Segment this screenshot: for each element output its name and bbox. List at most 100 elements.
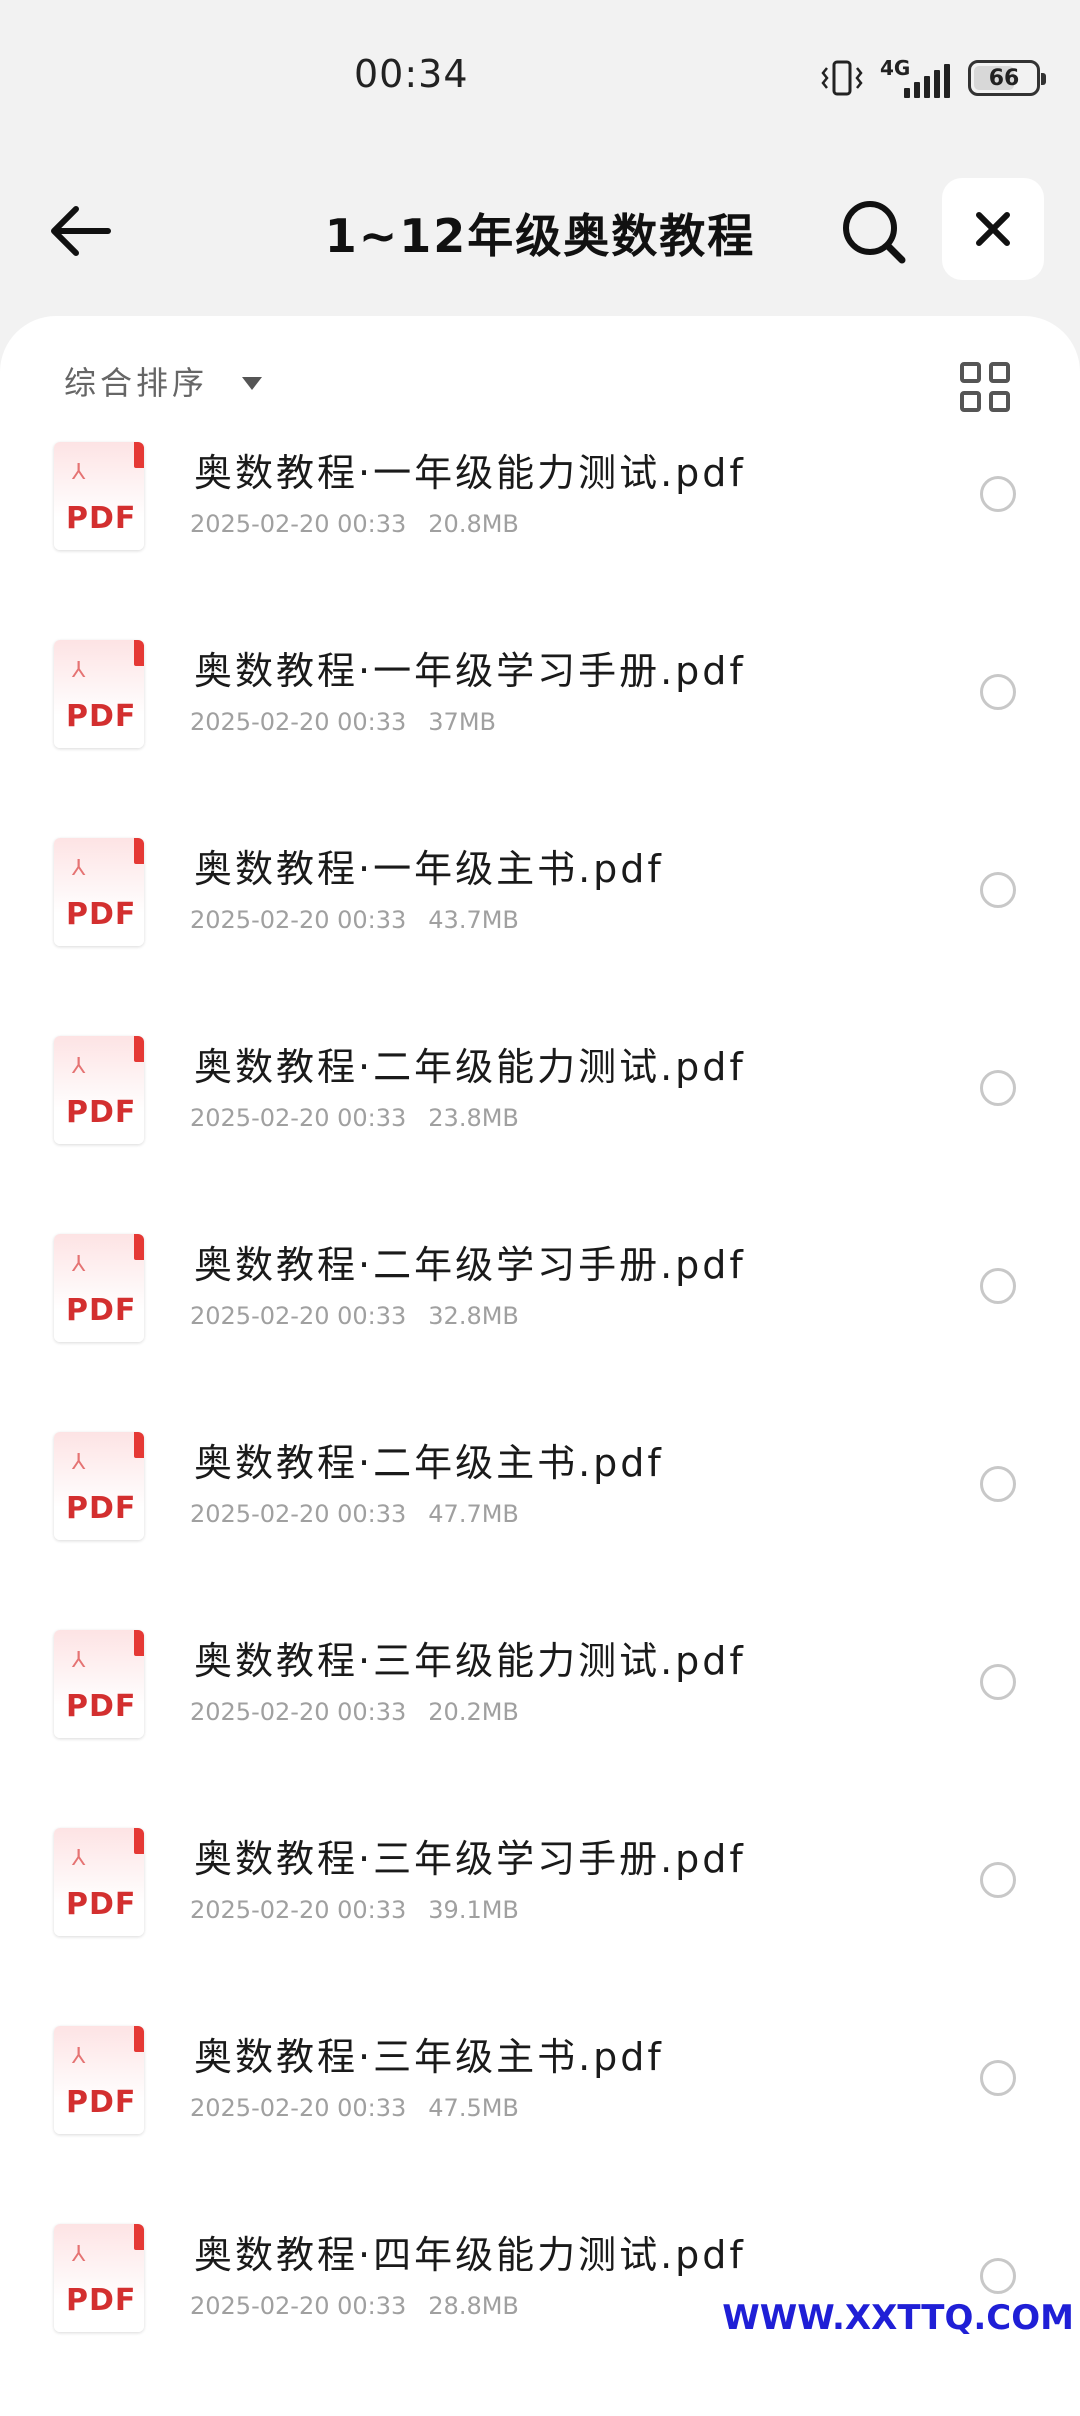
file-list: ⅄ PDF 奥数教程·一年级能力测试.pdf 2025-02-20 00:33 2… bbox=[0, 436, 1080, 2416]
pdf-icon-label: PDF bbox=[66, 501, 137, 536]
pdf-corner bbox=[134, 640, 144, 666]
pdf-file-icon: ⅄ PDF bbox=[54, 1432, 144, 1540]
file-size: 37MB bbox=[428, 708, 496, 736]
select-radio[interactable] bbox=[980, 2060, 1016, 2096]
select-radio[interactable] bbox=[980, 674, 1016, 710]
file-size: 28.8MB bbox=[428, 2292, 519, 2320]
file-row[interactable]: ⅄ PDF 奥数教程·三年级学习手册.pdf 2025-02-20 00:33 3… bbox=[0, 1822, 1080, 2020]
pdf-icon-label: PDF bbox=[66, 699, 137, 734]
pdf-corner bbox=[134, 1036, 144, 1062]
file-size: 47.5MB bbox=[428, 2094, 519, 2122]
pdf-icon-label: PDF bbox=[66, 1095, 137, 1130]
select-radio[interactable] bbox=[980, 1268, 1016, 1304]
grid-cell bbox=[989, 362, 1010, 383]
acrobat-icon: ⅄ bbox=[72, 658, 86, 683]
pdf-corner bbox=[134, 442, 144, 468]
pdf-file-icon: ⅄ PDF bbox=[54, 838, 144, 946]
file-date: 2025-02-20 00:33 bbox=[190, 2094, 407, 2122]
pdf-corner bbox=[134, 1432, 144, 1458]
vibrate-icon bbox=[820, 58, 864, 98]
pdf-file-icon: ⅄ PDF bbox=[54, 2026, 144, 2134]
acrobat-icon: ⅄ bbox=[72, 1846, 86, 1871]
file-name: 奥数教程·四年级能力测试.pdf bbox=[194, 2233, 746, 2277]
pdf-file-icon: ⅄ PDF bbox=[54, 442, 144, 550]
file-meta: 2025-02-20 00:33 47.5MB bbox=[190, 2094, 519, 2122]
file-row[interactable]: ⅄ PDF 奥数教程·三年级主书.pdf 2025-02-20 00:33 47.… bbox=[0, 2020, 1080, 2218]
acrobat-icon: ⅄ bbox=[72, 1054, 86, 1079]
file-date: 2025-02-20 00:33 bbox=[190, 1104, 407, 1132]
file-meta: 2025-02-20 00:33 43.7MB bbox=[190, 906, 519, 934]
battery-icon: 66 bbox=[968, 60, 1046, 96]
acrobat-icon: ⅄ bbox=[72, 2044, 86, 2069]
search-button[interactable] bbox=[836, 194, 912, 270]
select-radio[interactable] bbox=[980, 2258, 1016, 2294]
file-name: 奥数教程·二年级主书.pdf bbox=[194, 1441, 664, 1485]
battery-level: 66 bbox=[988, 65, 1020, 91]
select-radio[interactable] bbox=[980, 476, 1016, 512]
file-meta: 2025-02-20 00:33 47.7MB bbox=[190, 1500, 519, 1528]
status-time: 00:34 bbox=[354, 52, 469, 96]
file-name: 奥数教程·一年级能力测试.pdf bbox=[194, 451, 746, 495]
file-name: 奥数教程·二年级学习手册.pdf bbox=[194, 1243, 746, 1287]
file-date: 2025-02-20 00:33 bbox=[190, 1500, 407, 1528]
sort-label: 综合排序 bbox=[64, 364, 209, 402]
pdf-corner bbox=[134, 2026, 144, 2052]
file-meta: 2025-02-20 00:33 28.8MB bbox=[190, 2292, 519, 2320]
file-row[interactable]: ⅄ PDF 奥数教程·一年级学习手册.pdf 2025-02-20 00:33 3… bbox=[0, 634, 1080, 832]
file-size: 20.8MB bbox=[428, 510, 519, 538]
file-size: 43.7MB bbox=[428, 906, 519, 934]
select-radio[interactable] bbox=[980, 872, 1016, 908]
file-row[interactable]: ⅄ PDF 奥数教程·二年级能力测试.pdf 2025-02-20 00:33 2… bbox=[0, 1030, 1080, 1228]
acrobat-icon: ⅄ bbox=[72, 2242, 86, 2267]
file-row[interactable]: ⅄ PDF 奥数教程·三年级能力测试.pdf 2025-02-20 00:33 2… bbox=[0, 1624, 1080, 1822]
select-radio[interactable] bbox=[980, 1070, 1016, 1106]
pdf-file-icon: ⅄ PDF bbox=[54, 640, 144, 748]
pdf-file-icon: ⅄ PDF bbox=[54, 1828, 144, 1936]
grid-cell bbox=[989, 391, 1010, 412]
file-row[interactable]: ⅄ PDF 奥数教程·一年级主书.pdf 2025-02-20 00:33 43.… bbox=[0, 832, 1080, 1030]
pdf-icon-label: PDF bbox=[66, 1887, 137, 1922]
select-radio[interactable] bbox=[980, 1664, 1016, 1700]
acrobat-icon: ⅄ bbox=[72, 1252, 86, 1277]
file-date: 2025-02-20 00:33 bbox=[190, 708, 407, 736]
select-radio[interactable] bbox=[980, 1862, 1016, 1898]
file-name: 奥数教程·二年级能力测试.pdf bbox=[194, 1045, 746, 1089]
pdf-corner bbox=[134, 838, 144, 864]
grid-view-button[interactable] bbox=[960, 362, 1010, 412]
file-date: 2025-02-20 00:33 bbox=[190, 510, 407, 538]
pdf-icon-label: PDF bbox=[66, 2283, 137, 2318]
file-panel: 综合排序 ⅄ PDF 奥数教程·一年级能力测试.pdf 2025-02-20 0… bbox=[0, 316, 1080, 2416]
file-name: 奥数教程·三年级主书.pdf bbox=[194, 2035, 664, 2079]
file-date: 2025-02-20 00:33 bbox=[190, 1896, 407, 1924]
file-meta: 2025-02-20 00:33 23.8MB bbox=[190, 1104, 519, 1132]
file-size: 23.8MB bbox=[428, 1104, 519, 1132]
file-name: 奥数教程·一年级主书.pdf bbox=[194, 847, 664, 891]
file-size: 47.7MB bbox=[428, 1500, 519, 1528]
pdf-file-icon: ⅄ PDF bbox=[54, 2224, 144, 2332]
file-size: 39.1MB bbox=[428, 1896, 519, 1924]
pdf-corner bbox=[134, 1828, 144, 1854]
watermark: WWW.XXTTQ.COM bbox=[722, 2298, 1074, 2338]
file-meta: 2025-02-20 00:33 20.8MB bbox=[190, 510, 519, 538]
file-row[interactable]: ⅄ PDF 奥数教程·一年级能力测试.pdf 2025-02-20 00:33 2… bbox=[0, 436, 1080, 634]
close-button[interactable] bbox=[942, 178, 1044, 280]
sort-dropdown[interactable]: 综合排序 bbox=[64, 358, 263, 404]
pdf-file-icon: ⅄ PDF bbox=[54, 1234, 144, 1342]
pdf-file-icon: ⅄ PDF bbox=[54, 1036, 144, 1144]
caret-down-icon bbox=[242, 376, 263, 390]
pdf-corner bbox=[134, 1630, 144, 1656]
file-meta: 2025-02-20 00:33 37MB bbox=[190, 708, 496, 736]
pdf-icon-label: PDF bbox=[66, 1689, 137, 1724]
pdf-corner bbox=[134, 1234, 144, 1260]
file-size: 32.8MB bbox=[428, 1302, 519, 1330]
close-icon bbox=[976, 212, 1010, 246]
file-meta: 2025-02-20 00:33 20.2MB bbox=[190, 1698, 519, 1726]
file-size: 20.2MB bbox=[428, 1698, 519, 1726]
file-row[interactable]: ⅄ PDF 奥数教程·二年级学习手册.pdf 2025-02-20 00:33 3… bbox=[0, 1228, 1080, 1426]
file-name: 奥数教程·一年级学习手册.pdf bbox=[194, 649, 746, 693]
file-name: 奥数教程·三年级学习手册.pdf bbox=[194, 1837, 746, 1881]
select-radio[interactable] bbox=[980, 1466, 1016, 1502]
pdf-file-icon: ⅄ PDF bbox=[54, 1630, 144, 1738]
acrobat-icon: ⅄ bbox=[72, 1450, 86, 1475]
file-row[interactable]: ⅄ PDF 奥数教程·二年级主书.pdf 2025-02-20 00:33 47.… bbox=[0, 1426, 1080, 1624]
